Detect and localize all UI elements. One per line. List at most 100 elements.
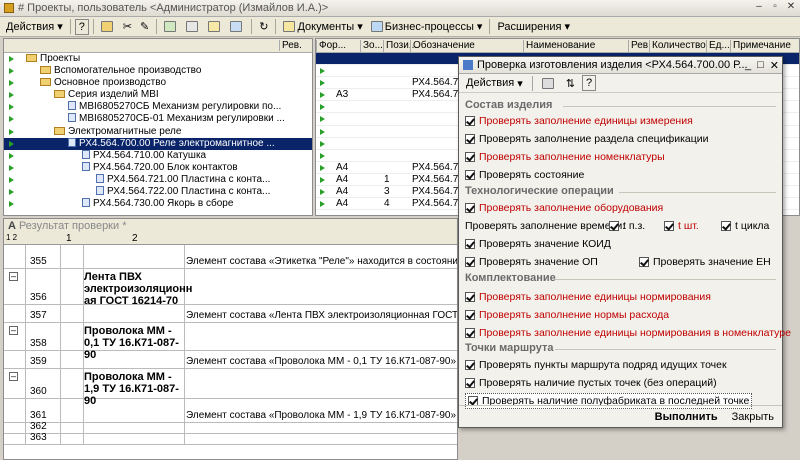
hierarchy-icon[interactable]	[205, 19, 225, 35]
tree-row[interactable]: Проекты	[4, 53, 312, 65]
tree-row[interactable]: Серия изделий МВI	[4, 89, 312, 101]
dialog-icon	[463, 60, 473, 70]
check-equipment[interactable]: Проверять заполнение оборудования	[465, 202, 663, 214]
tree-row[interactable]: РХ4.564.721.00 Пластина с конта...	[4, 173, 312, 186]
tree-row[interactable]: МВI6805270СБ Механизм регулировки по...	[4, 101, 312, 113]
spec-col-header[interactable]: Рев.	[628, 40, 651, 53]
list-view-icon[interactable]	[161, 19, 181, 35]
spec-col-header[interactable]: Примечание	[730, 40, 791, 53]
tree-view-icon[interactable]	[183, 19, 203, 35]
dialog-sort-icon[interactable]: ⇅	[563, 75, 578, 91]
new-folder-icon[interactable]	[98, 19, 118, 35]
restore-icon[interactable]: ▫	[768, 1, 782, 14]
business-menu[interactable]: Бизнес-процессы ▾	[368, 19, 486, 35]
tree-row[interactable]: РХ4.564.710.00 Катушка	[4, 149, 312, 162]
tree-row[interactable]: Электромагнитные реле	[4, 126, 312, 138]
spec-cell-format: А4	[336, 198, 349, 210]
tree-row[interactable]: Основное производство	[4, 77, 312, 89]
check-op[interactable]: Проверять значение ОП	[465, 256, 598, 268]
result-row[interactable]: 355 Элемент состава «Этикетка "Реле"» нах…	[4, 245, 457, 269]
cut-icon[interactable]: ✂	[120, 19, 135, 35]
check-nomenclature[interactable]: Проверять заполнение номенклатуры	[465, 151, 665, 163]
check-t-cycle[interactable]: t цикла	[721, 220, 769, 232]
close-icon[interactable]: ✕	[784, 1, 798, 14]
tree-row-label: РХ4.564.710.00 Катушка	[93, 149, 207, 161]
section-route: Точки маршрута	[465, 342, 554, 354]
check-en[interactable]: Проверять значение ЕН	[639, 256, 771, 268]
spec-col-header[interactable]: Ед...	[706, 40, 730, 53]
row-marker-icon	[9, 152, 14, 159]
dialog-actions-menu[interactable]: Действия ▾	[463, 75, 526, 91]
result-row[interactable]: –360 Проволока ММ - 1,9 ТУ 16.К71-087-90	[4, 369, 457, 407]
tree-row[interactable]: Вспомогательное производство	[4, 65, 312, 77]
filter-icon[interactable]	[227, 19, 247, 35]
result-cell-c2: Элемент состава «Проволока ММ - 1,9 ТУ 1…	[186, 410, 457, 421]
dialog-minimize-icon[interactable]: _	[745, 59, 751, 72]
tree-row-label: Вспомогательное производство	[54, 65, 202, 77]
result-row[interactable]: 363	[4, 432, 457, 445]
tree-col-rev: Рев.	[279, 40, 302, 51]
row-marker-icon	[9, 189, 14, 196]
dialog-maximize-icon[interactable]: □	[757, 59, 764, 72]
dialog-close-icon[interactable]: ✕	[770, 59, 779, 72]
dialog-help-button[interactable]: ?	[582, 75, 596, 91]
collapse-icon[interactable]: –	[9, 372, 18, 381]
collapse-icon[interactable]: –	[9, 326, 18, 335]
check-spec-section[interactable]: Проверять заполнение раздела спецификаци…	[465, 133, 708, 145]
result-cell-num: 360	[30, 386, 47, 397]
actions-menu[interactable]: Действия ▾	[3, 19, 66, 35]
check-norm-units-nom[interactable]: Проверять заполнение единицы нормировани…	[465, 327, 791, 339]
result-row[interactable]: 357 Элемент состава «Лента ПВХ электроизо…	[4, 305, 457, 323]
folder-icon	[40, 78, 51, 87]
tree-row[interactable]: РХ4.564.720.00 Блок контактов	[4, 161, 312, 174]
row-marker-icon	[9, 116, 14, 123]
check-t-sht[interactable]: t шт.	[664, 220, 699, 232]
spec-cell-code: РХ4.564.70	[412, 77, 464, 89]
tree-row[interactable]: РХ4.564.700.00 Реле электромагнитное ...	[4, 137, 312, 150]
result-title: Результат проверки *	[18, 220, 127, 232]
result-row[interactable]: 359 Элемент состава «Проволока ММ - 0,1 Т…	[4, 351, 457, 369]
dialog-list-icon[interactable]	[539, 75, 559, 91]
result-cell-num: 359	[30, 356, 47, 367]
check-norm-units[interactable]: Проверять заполнение единицы нормировани…	[465, 291, 711, 303]
spec-cell-code: РХ4.564.73	[412, 186, 464, 198]
check-result-panel[interactable]: A Результат проверки * 1 2 1 2 355 Элемен…	[3, 218, 458, 460]
minimize-icon[interactable]: –	[752, 1, 766, 14]
help-button[interactable]: ?	[74, 18, 89, 35]
result-col-1: 1	[66, 233, 72, 244]
projects-tree[interactable]: Рев. Проекты Вспомогательное производство…	[3, 38, 313, 216]
result-row[interactable]: –358 Проволока ММ - 0,1 ТУ 16.К71-087-90	[4, 323, 457, 361]
tree-row-label: Проекты	[40, 53, 81, 64]
result-row[interactable]: – 356 Лента ПВХ электроизоляционн ая ГОСТ …	[4, 269, 457, 307]
level-buttons[interactable]: 1 2	[6, 233, 17, 242]
refresh-icon[interactable]: ↻	[256, 19, 271, 35]
result-cell-c2: Элемент состава «Проволока ММ - 0,1 ТУ 1…	[186, 356, 457, 367]
check-state[interactable]: Проверять состояние	[465, 169, 584, 181]
close-button[interactable]: Закрыть	[732, 411, 774, 423]
documents-menu[interactable]: Документы ▾	[280, 19, 365, 35]
tree-row[interactable]: РХ4.564.722.00 Пластина с конта...	[4, 186, 312, 198]
spec-col-header[interactable]: Количество	[649, 40, 706, 53]
run-button[interactable]: Выполнить	[655, 411, 718, 423]
check-route-points[interactable]: Проверять пункты маршрута подряд идущих …	[465, 359, 727, 371]
check-empty-points[interactable]: Проверять наличие пустых точек (без опер…	[465, 377, 717, 389]
result-row[interactable]: 362	[4, 421, 457, 434]
spec-col-header[interactable]: Обозначение	[410, 40, 475, 53]
row-marker-icon	[9, 92, 14, 99]
result-cell-num: 358	[30, 338, 47, 349]
tree-row[interactable]: РХ4.564.730.00 Якорь в сборе	[4, 198, 312, 210]
check-norm-rate[interactable]: Проверять заполнение нормы расхода	[465, 309, 669, 321]
result-row[interactable]: 361 Элемент состава «Проволока ММ - 1,9 Т…	[4, 399, 457, 423]
spec-col-header[interactable]: Фор...	[316, 40, 346, 53]
tree-row[interactable]: МВI6805270СБ-01 Механизм регулировки ...	[4, 113, 312, 125]
check-t-pz[interactable]: t п.з.	[609, 220, 645, 232]
section-operations: Технологические операции	[465, 185, 614, 197]
spec-cell-code: РХ4.564.72	[412, 161, 464, 173]
collapse-icon[interactable]: –	[9, 272, 18, 281]
check-koid[interactable]: Проверять значение КОИД	[465, 238, 611, 250]
check-units[interactable]: Проверять заполнение единицы измерения	[465, 115, 693, 127]
extensions-menu[interactable]: Расширения ▾	[494, 19, 573, 35]
edit-icon[interactable]: ✎	[137, 19, 152, 35]
spec-col-header[interactable]: Зо...	[360, 40, 383, 53]
spec-col-header[interactable]: Наименование	[523, 40, 595, 53]
